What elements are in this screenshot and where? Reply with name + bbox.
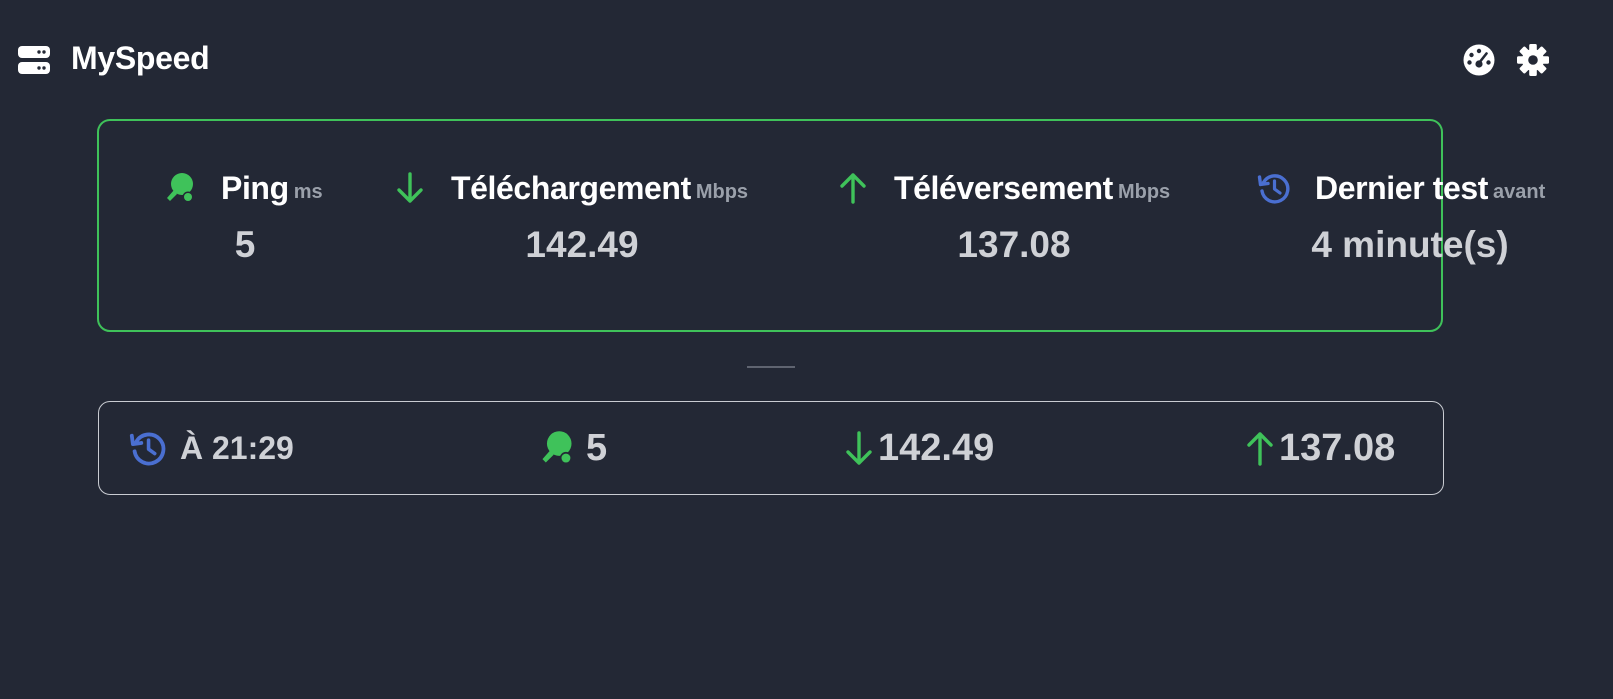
download-value: 142.49 <box>525 224 639 265</box>
app-header: MySpeed <box>0 0 1613 120</box>
arrow-up-icon <box>1243 429 1277 467</box>
last-test-value: 4 minute(s) <box>1311 224 1509 265</box>
upload-unit: Mbps <box>1117 180 1171 203</box>
ping-unit: ms <box>293 180 323 203</box>
history-download-value: 142.49 <box>878 426 995 469</box>
arrow-down-icon <box>393 171 427 205</box>
history-time-text: À 21:29 <box>180 429 294 466</box>
last-test-stat-header: Dernier test avant <box>1257 168 1545 208</box>
speedometer-icon <box>1462 43 1496 77</box>
last-test-unit: avant <box>1493 180 1546 203</box>
download-stat-header: Téléchargement Mbps <box>393 168 748 208</box>
server-icon <box>18 45 50 75</box>
settings-button[interactable] <box>1516 43 1550 77</box>
history-download: 142.49 <box>842 425 994 471</box>
download-unit: Mbps <box>695 180 749 203</box>
history-ping: 5 <box>538 425 607 471</box>
upload-value: 137.08 <box>957 224 1071 265</box>
download-label: Téléchargement <box>451 169 691 206</box>
history-upload: 137.08 <box>1243 425 1395 471</box>
gear-icon <box>1516 43 1550 77</box>
ping-pong-icon <box>163 171 197 205</box>
ping-value: 5 <box>234 224 256 265</box>
history-ping-value: 5 <box>586 426 608 469</box>
upload-label: Téléversement <box>894 169 1113 206</box>
history-icon <box>1257 171 1291 205</box>
ping-stat-header: Ping ms <box>163 168 323 208</box>
arrow-up-icon <box>836 171 870 205</box>
section-divider <box>747 366 795 368</box>
history-time: À 21:29 <box>129 425 294 471</box>
app-title: MySpeed <box>71 40 210 76</box>
current-stats-card <box>97 119 1443 332</box>
upload-stat-header: Téléversement Mbps <box>836 168 1170 208</box>
history-icon <box>129 429 167 467</box>
ping-label: Ping <box>221 169 289 206</box>
last-test-label: Dernier test <box>1315 169 1489 206</box>
ping-pong-icon <box>538 429 576 467</box>
speedometer-button[interactable] <box>1462 43 1496 77</box>
history-upload-value: 137.08 <box>1279 426 1396 469</box>
arrow-down-icon <box>842 429 876 467</box>
